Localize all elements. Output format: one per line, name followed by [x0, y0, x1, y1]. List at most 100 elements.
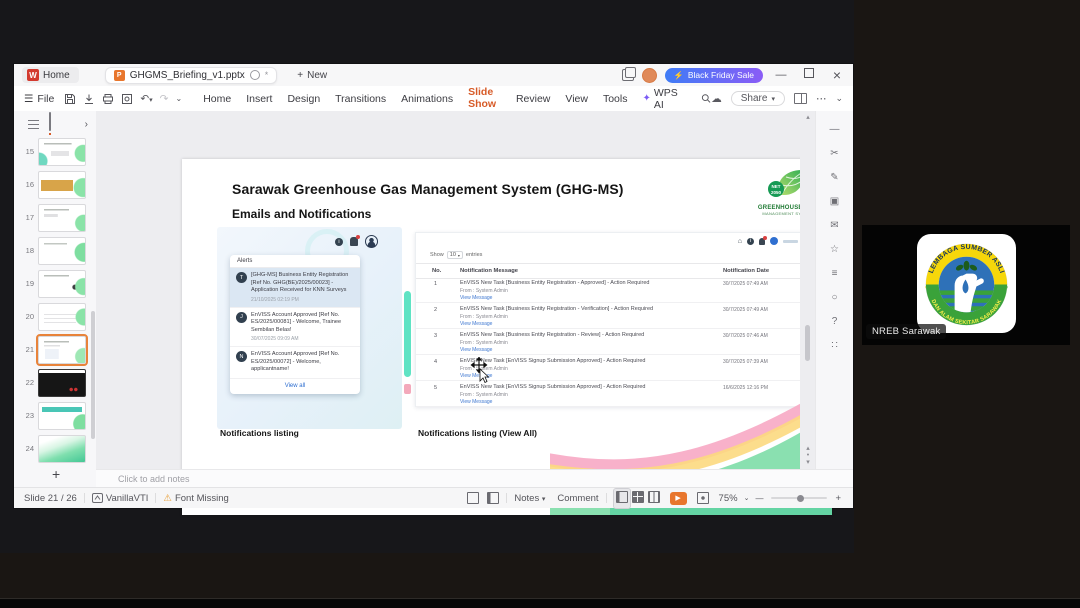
tab-list-icon[interactable]: [621, 67, 636, 81]
account-avatar[interactable]: [641, 67, 657, 83]
ribbon-tab[interactable]: Design: [286, 90, 321, 108]
alert-item: N EnVISS Account Approved [Ref No. ES/20…: [230, 347, 360, 379]
save-icon[interactable]: [64, 93, 76, 105]
slide-canvas[interactable]: Sarawak Greenhouse Gas Management System…: [182, 159, 832, 515]
normal-view-button[interactable]: [612, 487, 631, 509]
slide-sorter-button[interactable]: [630, 489, 646, 508]
ribbon-tab[interactable]: View: [564, 90, 589, 108]
export-icon[interactable]: [83, 93, 95, 105]
font-missing-label[interactable]: Font Missing: [175, 493, 229, 504]
share-label: Share: [740, 93, 768, 104]
reading-view-button[interactable]: [646, 489, 662, 508]
alerts-screenshot[interactable]: i Alerts T [GHG-MS] Business Entity Regi…: [217, 227, 402, 429]
slide-thumbnail[interactable]: [38, 368, 86, 397]
restore-button[interactable]: [799, 64, 819, 86]
slide-subtitle[interactable]: Emails and Notifications: [232, 207, 371, 221]
slide-thumbnail[interactable]: [38, 203, 86, 232]
share-button[interactable]: Share ▾: [730, 91, 785, 106]
next-slide-icon[interactable]: ▾: [800, 459, 816, 466]
collapse-ribbon-icon[interactable]: ⌄: [835, 93, 843, 104]
collapse-panel-icon[interactable]: ›: [85, 119, 88, 130]
previous-slide-icon[interactable]: ▴: [800, 445, 816, 452]
apps-icon[interactable]: ∷: [816, 340, 853, 351]
redo-button[interactable]: ↷: [160, 93, 169, 105]
notes-area[interactable]: Click to add notes: [96, 469, 853, 488]
slide-number: 16: [25, 180, 34, 189]
slide-thumbnail[interactable]: [38, 137, 86, 166]
qat-chevron-icon[interactable]: ⌄: [175, 94, 182, 103]
ribbon-tab[interactable]: Tools: [602, 90, 629, 108]
document-scrollbar[interactable]: ▴ ▴ • ▾: [800, 111, 816, 470]
slide-nav-buttons[interactable]: ▴ • ▾: [800, 445, 816, 466]
home-tab[interactable]: W Home: [22, 67, 79, 83]
zoom-slider-knob[interactable]: [796, 494, 804, 502]
scroll-up-icon[interactable]: ▴: [800, 113, 816, 121]
comment-button[interactable]: Comment: [557, 493, 598, 504]
slide-thumbnail[interactable]: [36, 333, 88, 366]
task-window-icon[interactable]: [467, 492, 480, 504]
caption-right[interactable]: Notifications listing (View All): [418, 428, 537, 438]
table-row: 1 EnVISS New Task [Business Entity Regis…: [416, 277, 820, 303]
format-tools-icon[interactable]: ✂: [816, 148, 853, 159]
slide-thumbnail[interactable]: [38, 302, 86, 331]
caption-left[interactable]: Notifications listing: [220, 428, 299, 438]
participant-tile[interactable]: LEMBAGA SUMBER ASLI DAN ALAM SEKITAR SAR…: [862, 225, 1070, 345]
close-button[interactable]: ×: [827, 64, 847, 86]
minimize-button[interactable]: —: [771, 64, 791, 86]
normal-view-icon: [615, 490, 628, 503]
slide-thumbnail[interactable]: [38, 236, 86, 265]
sidebar-toggle-icon[interactable]: [793, 93, 807, 104]
new-tab-button[interactable]: + New: [297, 70, 327, 81]
ribbon-tab[interactable]: Home: [202, 90, 232, 108]
history-icon[interactable]: ○: [816, 292, 853, 303]
promo-button[interactable]: ⚡ Black Friday Sale: [664, 67, 763, 83]
notes-toggle[interactable]: Notes ▾: [514, 493, 545, 504]
settings-icon[interactable]: ≡: [816, 268, 853, 279]
status-bar: Slide 21 / 26 VanillaVTI ⚠ Font Missing …: [14, 487, 853, 509]
zoom-out-button[interactable]: —: [755, 494, 763, 503]
cell-from: From : System Admin: [460, 288, 508, 294]
alerts-list: T [GHG-MS] Business Entity Registration …: [230, 268, 360, 379]
ribbon-tab[interactable]: Insert: [245, 90, 273, 108]
slide-number: 23: [25, 411, 34, 420]
add-slide-button[interactable]: +: [52, 466, 60, 482]
printer-icon[interactable]: [102, 93, 114, 105]
cell-from: From : System Admin: [460, 340, 508, 346]
more-options-icon[interactable]: ⋯: [816, 93, 827, 105]
scrollbar-thumb[interactable]: [805, 325, 810, 361]
fit-slide-icon[interactable]: [696, 492, 709, 504]
help-icon[interactable]: ?: [816, 316, 853, 327]
document-tab[interactable]: P GHGMS_Briefing_v1.pptx *: [104, 66, 278, 84]
print-preview-icon[interactable]: [121, 93, 133, 105]
outline-view-icon[interactable]: [28, 119, 39, 129]
slide-thumbnail[interactable]: [38, 434, 86, 463]
ai-assistant-icon[interactable]: ✎: [816, 172, 853, 183]
zoom-slider[interactable]: [771, 494, 828, 502]
ribbon-tab[interactable]: Animations: [400, 90, 454, 108]
undo-button[interactable]: ↶▾: [140, 93, 152, 105]
slide-title[interactable]: Sarawak Greenhouse Gas Management System…: [232, 181, 624, 197]
zoom-level[interactable]: 75%: [719, 493, 738, 504]
comment-panel-icon[interactable]: ✉: [816, 220, 853, 231]
tab-wps-ai[interactable]: ✦ WPS AI: [641, 84, 688, 114]
file-menu[interactable]: ☰ File: [24, 93, 54, 105]
theme-name[interactable]: VanillaVTI: [106, 493, 149, 504]
ribbon-tab[interactable]: Review: [515, 90, 551, 108]
panel-scrollbar[interactable]: [91, 311, 95, 439]
slide-thumbnail[interactable]: [38, 401, 86, 430]
slide-thumbnail[interactable]: [38, 170, 86, 199]
nreb-sarawak-logo: LEMBAGA SUMBER ASLI DAN ALAM SEKITAR SAR…: [917, 234, 1016, 333]
slide-view-toggle[interactable]: [49, 112, 51, 135]
avatar-icon: [770, 237, 778, 245]
search-icon[interactable]: [701, 93, 711, 104]
slideshow-play-button[interactable]: ▶: [669, 491, 687, 505]
cloud-sync-icon[interactable]: ☁: [711, 93, 722, 105]
ribbon-tab[interactable]: Transitions: [334, 90, 387, 108]
ribbon-tab[interactable]: Slide Show: [467, 83, 502, 115]
play-from-current-icon[interactable]: [487, 492, 500, 504]
favorites-icon[interactable]: ☆: [816, 244, 853, 255]
zoom-in-button[interactable]: +: [835, 493, 841, 504]
collapse-icon[interactable]: —: [816, 124, 853, 135]
shapes-icon[interactable]: ▣: [816, 196, 853, 207]
slide-thumbnail[interactable]: [38, 269, 86, 298]
